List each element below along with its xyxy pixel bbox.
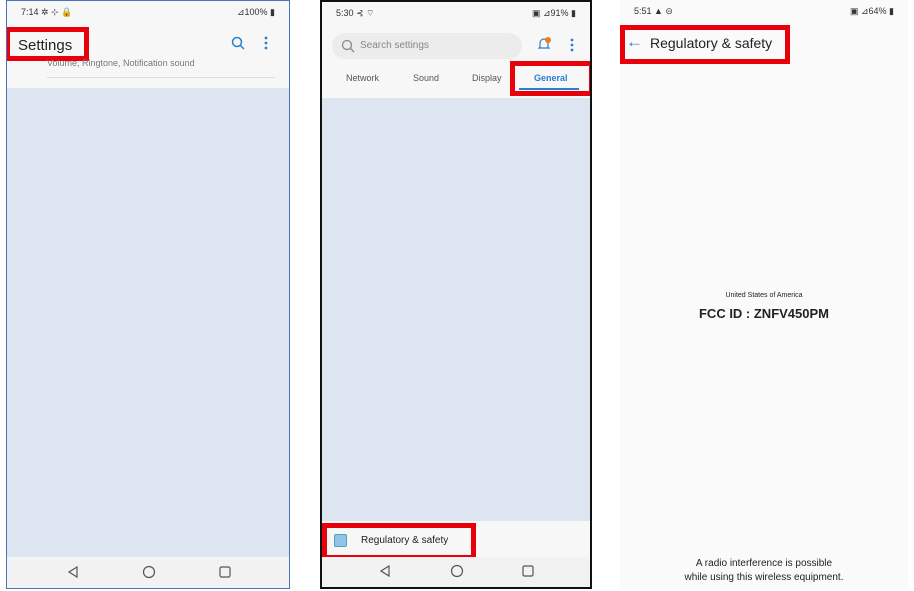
divider — [47, 77, 275, 78]
recents-nav-icon[interactable] — [218, 565, 232, 579]
status-indicators: ▣ ⊿91% ▮ — [531, 8, 576, 18]
status-bar: 7:14 ✲ ⊹ 🔒 ⊿100% ▮ — [7, 1, 289, 21]
search-icon — [341, 39, 355, 53]
search-icon[interactable] — [231, 36, 245, 50]
more-vert-icon[interactable] — [570, 38, 574, 52]
home-nav-icon[interactable] — [450, 564, 464, 578]
status-indicators: ▣ ⊿64% ▮ — [849, 6, 894, 16]
search-placeholder: Search settings — [360, 40, 429, 51]
notice-line-2: while using this wireless equipment. — [684, 572, 844, 583]
content-area-blank — [7, 88, 289, 557]
home-nav-icon[interactable] — [142, 565, 156, 579]
highlight-box — [7, 27, 89, 61]
fcc-country-label: United States of America — [725, 292, 803, 299]
highlight-box — [322, 523, 476, 560]
back-nav-icon[interactable] — [378, 564, 392, 578]
status-bar: 5:51 ▲ ⊝ ▣ ⊿64% ▮ — [620, 0, 908, 20]
status-time: 5:51 ▲ ⊝ — [634, 6, 673, 16]
recents-nav-icon[interactable] — [521, 564, 535, 578]
content-area-blank — [322, 98, 590, 521]
more-vert-icon[interactable] — [264, 36, 268, 50]
phone-screen-settings-general: 5:30 ⊰ ⌔ ▣ ⊿91% ▮ Search settings Networ… — [320, 0, 592, 589]
status-time: 7:14 ✲ ⊹ 🔒 — [21, 7, 73, 17]
highlight-box — [510, 61, 590, 96]
partial-settings-row[interactable]: Volume, Ringtone, Notification sound — [47, 58, 195, 68]
highlight-box — [620, 25, 790, 64]
nav-bar — [7, 558, 289, 588]
phone-screen-regulatory: 5:51 ▲ ⊝ ▣ ⊿64% ▮ ← Regulatory & safety … — [620, 0, 908, 589]
tab-network[interactable]: Network — [346, 73, 379, 83]
search-input[interactable]: Search settings — [332, 33, 522, 59]
status-indicators: ⊿100% ▮ — [236, 7, 275, 17]
radio-interference-notice: A radio interference is possible while u… — [620, 557, 908, 585]
status-bar: 5:30 ⊰ ⌔ ▣ ⊿91% ▮ — [322, 2, 590, 22]
notification-bell-icon[interactable] — [536, 36, 552, 52]
notice-line-1: A radio interference is possible — [695, 558, 833, 569]
phone-screen-settings: 7:14 ✲ ⊹ 🔒 ⊿100% ▮ Settings Volume, Ring… — [6, 0, 290, 589]
fcc-id-text: FCC ID : ZNFV450PM — [698, 306, 829, 321]
tab-sound[interactable]: Sound — [413, 73, 439, 83]
nav-bar — [322, 557, 590, 587]
status-time: 5:30 ⊰ ⌔ — [336, 8, 375, 18]
tab-display[interactable]: Display — [472, 73, 502, 83]
back-nav-icon[interactable] — [66, 565, 80, 579]
